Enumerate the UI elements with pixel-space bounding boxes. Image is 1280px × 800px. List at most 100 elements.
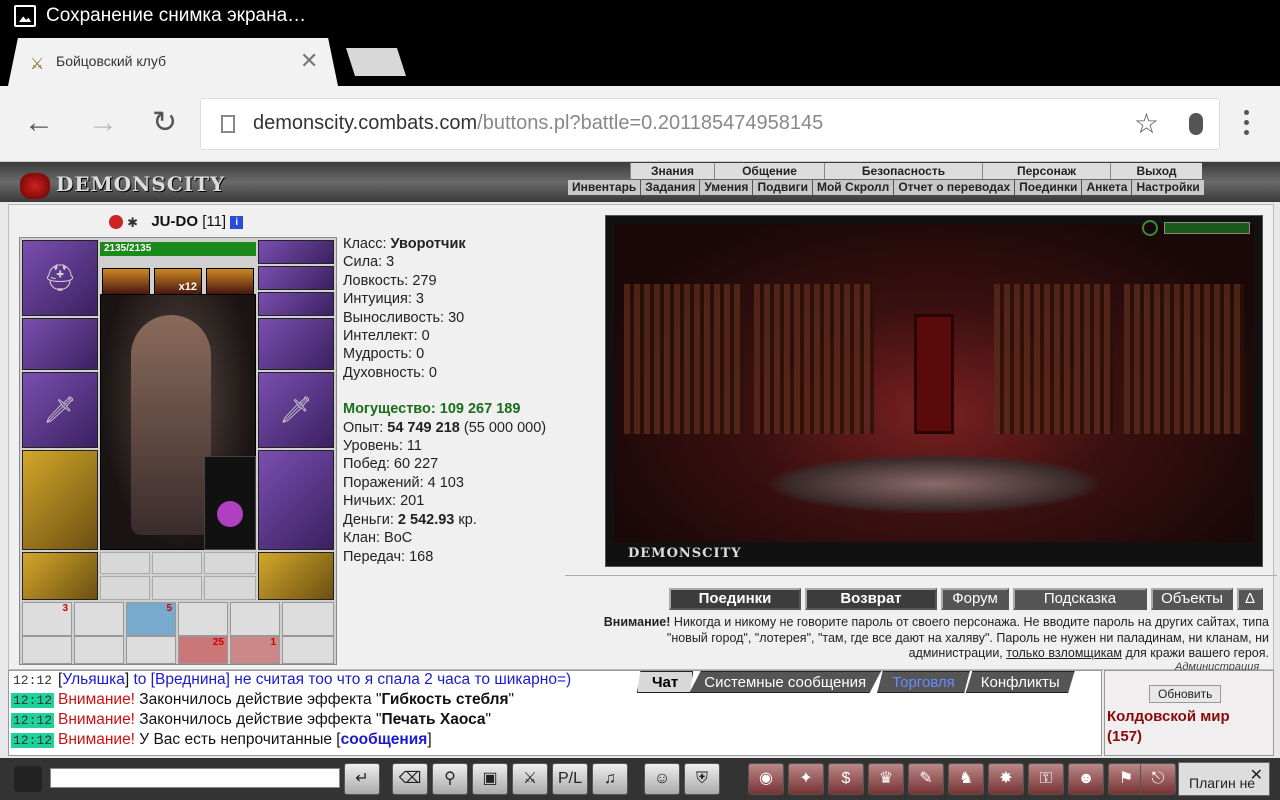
new-tab-button[interactable] [346, 48, 406, 76]
sound-icon[interactable]: ♫ [592, 763, 628, 795]
belt-item[interactable]: 3 [22, 602, 72, 636]
menu-knowledge[interactable]: Знания [630, 163, 714, 179]
tab-system[interactable]: Системные сообщения [689, 671, 882, 693]
flag-icon[interactable]: ⚑ [1108, 763, 1144, 795]
weapon-left-slot[interactable]: 🗡 [22, 372, 98, 448]
reload-icon[interactable]: ↻ [152, 106, 177, 140]
chat-user[interactable]: Ульяшка [62, 671, 125, 688]
submenu-inventory[interactable]: Инвентарь [568, 180, 642, 195]
messages-link[interactable]: сообщения [341, 731, 428, 748]
money-bag-icon[interactable]: $ [828, 763, 864, 795]
submenu-profile[interactable]: Анкета [1082, 180, 1133, 195]
buff-icon-3[interactable] [206, 268, 254, 296]
menu-character[interactable]: Персонаж [982, 163, 1110, 179]
buff-icon-1[interactable] [102, 268, 150, 296]
belt-item[interactable] [74, 636, 124, 664]
weapon-right-slot[interactable]: 🗡 [258, 372, 334, 448]
chat-input[interactable] [50, 768, 340, 788]
refresh-icon[interactable] [1142, 220, 1158, 236]
submenu-scroll[interactable]: Мой Скролл [813, 180, 895, 195]
save-icon[interactable]: ▣ [472, 763, 508, 795]
hint-button[interactable]: Подсказка [1013, 588, 1147, 610]
belt-item[interactable] [282, 636, 334, 664]
submenu-settings[interactable]: Настройки [1132, 180, 1203, 195]
refresh-button[interactable]: Обновить [1149, 685, 1222, 703]
boots-slot[interactable] [258, 552, 334, 600]
microphone-icon[interactable] [1189, 113, 1203, 135]
battles-button[interactable]: Поединки [669, 588, 801, 610]
belt-item[interactable] [22, 636, 72, 664]
menu-communication[interactable]: Общение [714, 163, 824, 179]
rune-slot-3[interactable] [204, 552, 256, 574]
belt-item[interactable]: 1 [230, 636, 280, 664]
submenu-quests[interactable]: Задания [641, 180, 701, 195]
spear-icon[interactable]: ✦ [788, 763, 824, 795]
menu-security[interactable]: Безопасность [824, 163, 982, 179]
rune-slot-2[interactable] [152, 552, 202, 574]
belt-slot[interactable] [22, 552, 98, 600]
rune-slot-1[interactable] [100, 552, 150, 574]
rune-slot-5[interactable] [152, 576, 202, 600]
helmet-slot[interactable]: ⛑ [22, 240, 98, 316]
belt-item[interactable] [282, 602, 334, 636]
bracers-slot[interactable] [22, 318, 98, 370]
belt-item[interactable] [178, 602, 228, 636]
smile-icon[interactable]: ☺ [644, 763, 680, 795]
delta-button[interactable]: Δ [1237, 588, 1263, 610]
submenu-skills[interactable]: Умения [700, 180, 754, 195]
address-bar[interactable]: demonscity.combats.com/buttons.pl?battle… [200, 98, 1220, 150]
submenu-feats[interactable]: Подвиги [753, 180, 813, 195]
exit-icon[interactable]: ⎋ [1140, 763, 1176, 795]
belt-item[interactable] [230, 602, 280, 636]
knight-icon[interactable]: ♞ [948, 763, 984, 795]
back-icon[interactable]: ← [24, 106, 54, 140]
rune-slot-6[interactable] [204, 576, 256, 600]
bag-icon[interactable]: ◉ [748, 763, 784, 795]
pl-icon[interactable]: P/L [552, 763, 588, 795]
ring-slot-2[interactable] [258, 266, 334, 290]
crown-icon[interactable]: ♛ [868, 763, 904, 795]
ring-slot-1[interactable] [258, 240, 334, 264]
return-button[interactable]: Возврат [805, 588, 937, 610]
tab-chat[interactable]: Чат [637, 671, 694, 693]
overflow-menu-icon[interactable] [1244, 110, 1254, 140]
armor-slot[interactable] [22, 450, 98, 550]
lock-icon[interactable]: ⚿ [1028, 763, 1064, 795]
warning-link[interactable]: только взломщикам [1006, 646, 1122, 660]
browser-tab[interactable]: ⚔ Бойцовский клуб ✕ [8, 38, 338, 86]
menu-exit[interactable]: Выход [1110, 163, 1202, 179]
location-scene[interactable]: DEMONSCITY [605, 215, 1263, 567]
scroll-icon[interactable]: ✎ [908, 763, 944, 795]
bookmark-star-icon[interactable]: ☆ [1134, 107, 1159, 140]
buff-icon-2[interactable]: x12 [154, 268, 202, 296]
close-icon[interactable]: ✕ [1250, 765, 1263, 785]
speaker-icon[interactable] [14, 766, 42, 792]
submenu-transfers[interactable]: Отчет о переводах [894, 180, 1016, 195]
belt-item[interactable]: 25 [178, 636, 228, 664]
rune-slot-4[interactable] [100, 576, 150, 600]
compass-icon[interactable]: ✸ [988, 763, 1024, 795]
send-icon[interactable]: ↵ [344, 763, 380, 795]
rings-slot[interactable] [258, 292, 334, 316]
location-name[interactable]: Колдовской мир (157) [1107, 707, 1230, 747]
fight-icon[interactable]: ⚔ [512, 763, 548, 795]
filter-icon[interactable]: ⚲ [432, 763, 468, 795]
forum-button[interactable]: Форум [941, 588, 1009, 610]
helmet-icon[interactable]: ⛨ [684, 763, 720, 795]
forward-icon[interactable]: → [88, 106, 118, 140]
objects-button[interactable]: Объекты [1151, 588, 1233, 610]
eraser-icon[interactable]: ⌫ [392, 763, 428, 795]
pants-slot[interactable] [258, 450, 334, 550]
pet-slot[interactable] [204, 456, 256, 550]
tab-conflicts[interactable]: Конфликты [965, 671, 1075, 693]
door[interactable] [914, 314, 954, 434]
gloves-slot[interactable] [258, 318, 334, 370]
belt-item[interactable] [126, 636, 176, 664]
info-icon[interactable]: i [230, 215, 244, 229]
url-text[interactable]: demonscity.combats.com/buttons.pl?battle… [253, 112, 823, 135]
close-icon[interactable]: ✕ [300, 48, 318, 74]
tab-trade[interactable]: Торговля [877, 671, 970, 693]
group-icon[interactable]: ☻ [1068, 763, 1104, 795]
belt-item[interactable]: 5 [126, 602, 176, 636]
belt-item[interactable] [74, 602, 124, 636]
